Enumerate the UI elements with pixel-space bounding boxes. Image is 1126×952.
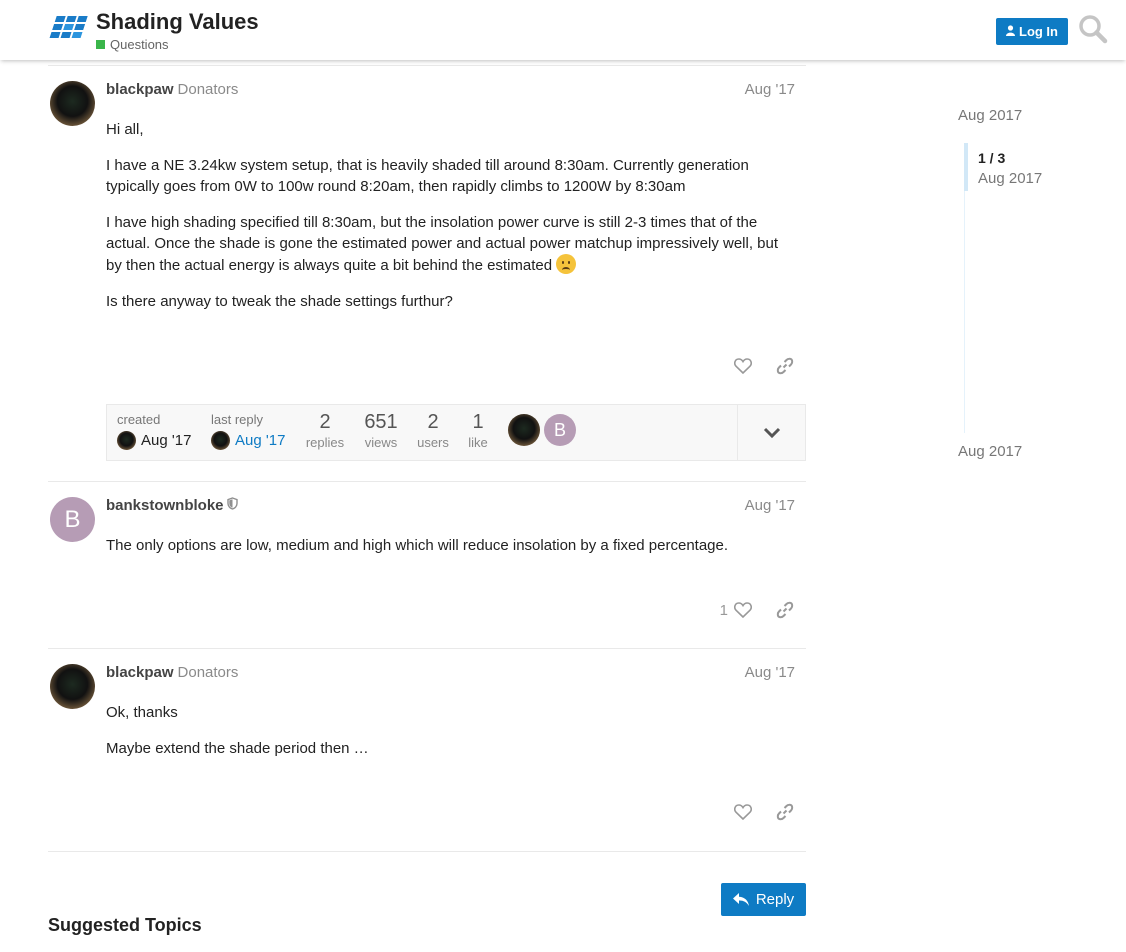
post-date[interactable]: Aug '17 bbox=[745, 497, 795, 514]
shield-icon bbox=[226, 497, 238, 513]
stat-likes: 1 like bbox=[463, 411, 493, 450]
topic-map: created Aug '17 last reply Aug '17 2 rep… bbox=[106, 404, 806, 461]
user-title: Donators bbox=[177, 81, 239, 98]
avatar[interactable] bbox=[50, 81, 95, 126]
post-date[interactable]: Aug '17 bbox=[745, 81, 795, 98]
post-author[interactable]: bankstownbloke bbox=[106, 497, 238, 514]
reply-label: Reply bbox=[755, 891, 795, 908]
stat-label: users bbox=[417, 435, 449, 450]
stat-value: 2 bbox=[427, 411, 439, 433]
post-paragraph: I have a NE 3.24kw system setup, that is… bbox=[106, 157, 749, 195]
post-paragraph: Maybe extend the shade period then … bbox=[106, 740, 369, 757]
heart-icon[interactable] bbox=[732, 801, 754, 823]
stat-value: 651 bbox=[364, 411, 398, 433]
chevron-down-icon bbox=[763, 427, 780, 438]
stat-label: like bbox=[468, 435, 488, 450]
post-paragraph: Ok, thanks bbox=[106, 704, 178, 721]
category-color-square bbox=[96, 40, 105, 49]
link-icon[interactable] bbox=[774, 599, 796, 621]
timeline-handle[interactable] bbox=[964, 143, 968, 191]
username[interactable]: bankstownbloke bbox=[106, 497, 224, 514]
stat-value: 1 bbox=[472, 411, 484, 433]
expand-topic-map-button[interactable] bbox=[737, 405, 805, 460]
heart-icon[interactable] bbox=[732, 599, 754, 621]
avatar[interactable]: B bbox=[50, 497, 95, 542]
login-button[interactable]: Log In bbox=[996, 18, 1068, 45]
username[interactable]: blackpaw bbox=[106, 81, 174, 98]
post-body: Ok, thanks Maybe extend the shade period… bbox=[106, 702, 796, 774]
divider bbox=[48, 648, 806, 649]
timeline-end-date[interactable]: Aug 2017 bbox=[958, 443, 1022, 460]
last-reply-label: last reply bbox=[211, 412, 264, 427]
avatar[interactable] bbox=[211, 431, 230, 450]
divider bbox=[48, 851, 806, 852]
link-icon[interactable] bbox=[774, 355, 796, 377]
divider bbox=[48, 481, 806, 482]
timeline-position-date: Aug 2017 bbox=[978, 170, 1043, 187]
created-date: Aug '17 bbox=[141, 432, 192, 449]
post-paragraph: I have high shading specified till 8:30a… bbox=[106, 212, 796, 276]
post-actions bbox=[732, 801, 796, 823]
stat-users: 2 users bbox=[414, 411, 452, 450]
post-actions: 1 bbox=[720, 599, 796, 621]
frowning-emoji-icon bbox=[556, 254, 577, 274]
post-body: The only options are low, medium and hig… bbox=[106, 535, 796, 571]
last-reply-date[interactable]: Aug '17 bbox=[235, 432, 285, 449]
site-logo[interactable] bbox=[48, 12, 90, 46]
avatar[interactable] bbox=[117, 431, 136, 450]
category-label: Questions bbox=[110, 37, 169, 52]
avatar[interactable] bbox=[50, 664, 95, 709]
post-actions bbox=[732, 355, 796, 377]
timeline-start-date[interactable]: Aug 2017 bbox=[958, 107, 1022, 124]
created-value: Aug '17 bbox=[117, 431, 191, 450]
topic-last-reply: last reply Aug '17 bbox=[211, 412, 285, 450]
post-paragraph: The only options are low, medium and hig… bbox=[106, 537, 729, 554]
participant-avatar[interactable] bbox=[508, 414, 540, 446]
stat-label: views bbox=[364, 435, 398, 450]
reply-arrow-icon bbox=[732, 893, 749, 906]
reply-button[interactable]: Reply bbox=[721, 883, 806, 916]
stat-label: replies bbox=[305, 435, 345, 450]
post-3: blackpaw Donators Aug '17 Ok, thanks Mayb… bbox=[48, 664, 806, 834]
topic-created: created Aug '17 bbox=[117, 412, 191, 450]
username[interactable]: blackpaw bbox=[106, 664, 174, 681]
search-icon[interactable] bbox=[1078, 14, 1110, 46]
participant-avatar[interactable]: B bbox=[544, 414, 576, 446]
topic-title[interactable]: Shading Values bbox=[96, 9, 259, 35]
link-icon[interactable] bbox=[774, 801, 796, 823]
post-paragraph-text: I have high shading specified till 8:30a… bbox=[106, 214, 779, 274]
post-body: Hi all, I have a NE 3.24kw system setup,… bbox=[106, 119, 796, 327]
user-title: Donators bbox=[177, 664, 239, 681]
login-label: Log In bbox=[1019, 24, 1058, 39]
post-paragraph: Hi all, bbox=[106, 121, 144, 138]
heart-icon[interactable] bbox=[732, 355, 754, 377]
suggested-topics-heading: Suggested Topics bbox=[48, 915, 202, 935]
category-badge[interactable]: Questions bbox=[96, 37, 169, 52]
post-author[interactable]: blackpaw Donators bbox=[106, 664, 238, 681]
created-label: created bbox=[117, 412, 161, 427]
stat-replies: 2 replies bbox=[305, 411, 345, 450]
user-icon bbox=[1006, 24, 1015, 39]
post-2: B bankstownbloke Aug '17 The only option… bbox=[48, 497, 806, 637]
timeline-position: 1 / 3 bbox=[978, 150, 1006, 166]
stat-value: 2 bbox=[319, 411, 331, 433]
last-reply-value[interactable]: Aug '17 bbox=[211, 431, 285, 450]
site-header: Shading Values Questions Log In bbox=[0, 0, 1126, 60]
post-author[interactable]: blackpaw Donators bbox=[106, 81, 238, 98]
stat-views: 651 views bbox=[361, 411, 401, 450]
post-paragraph: Is there anyway to tweak the shade setti… bbox=[106, 293, 453, 310]
like-count[interactable]: 1 bbox=[720, 602, 728, 619]
divider bbox=[48, 65, 806, 66]
post-1: blackpaw Donators Aug '17 Hi all, I have … bbox=[48, 81, 806, 401]
post-date[interactable]: Aug '17 bbox=[745, 664, 795, 681]
